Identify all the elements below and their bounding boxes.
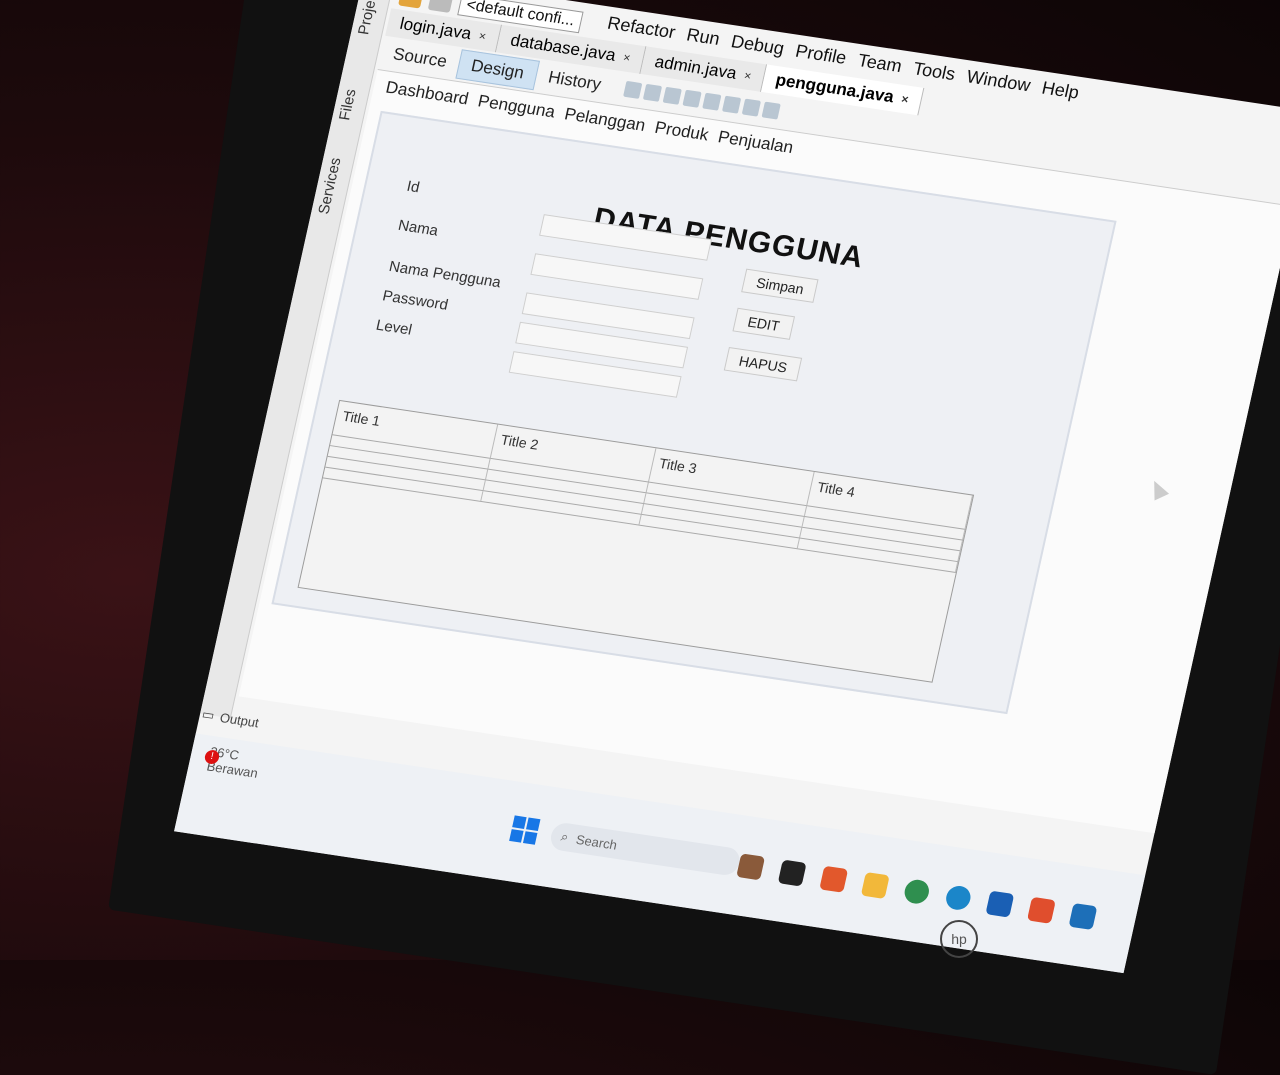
screen: Projects Files Services <default confi..… <box>174 0 1280 974</box>
nav-dashboard[interactable]: Dashboard <box>384 78 470 110</box>
resize-horizontal-icon[interactable] <box>761 101 781 120</box>
word-icon[interactable] <box>985 890 1015 918</box>
output-tab[interactable]: ▭ Output <box>200 706 261 730</box>
preview-icon[interactable] <box>662 86 682 105</box>
save-button[interactable]: Simpan <box>741 268 819 303</box>
folder-icon[interactable] <box>860 871 890 899</box>
selection-mode-icon[interactable] <box>622 80 643 99</box>
close-icon[interactable]: × <box>743 68 753 83</box>
laptop-logo: hp <box>940 920 978 958</box>
label-password: Password <box>380 287 450 314</box>
design-canvas: Dashboard Pengguna Pelanggan Produk Penj… <box>238 68 1280 834</box>
terminal-icon[interactable] <box>777 859 807 887</box>
nav-penjualan[interactable]: Penjualan <box>716 127 795 158</box>
taskbar-apps <box>736 853 1098 931</box>
close-icon[interactable]: × <box>478 29 488 44</box>
label-level: Level <box>374 316 414 339</box>
connection-mode-icon[interactable] <box>642 83 662 102</box>
nav-pelanggan[interactable]: Pelanggan <box>563 104 648 136</box>
nama-field[interactable] <box>530 253 704 300</box>
align-right-icon[interactable] <box>701 92 722 111</box>
sidetab-files[interactable]: Files <box>336 88 360 122</box>
label-nama-pengguna: Nama Pengguna <box>387 258 503 292</box>
chrome-icon[interactable] <box>902 878 932 906</box>
close-icon[interactable]: × <box>900 92 910 107</box>
label-nama: Nama <box>396 216 440 240</box>
align-center-icon[interactable] <box>721 95 741 114</box>
output-icon: ▭ <box>200 706 216 723</box>
app-icon[interactable] <box>736 853 766 881</box>
tab-label: login.java <box>398 13 474 44</box>
edge-icon[interactable] <box>943 884 973 912</box>
label-id: Id <box>405 177 422 197</box>
sidetab-projects[interactable]: Projects <box>355 0 384 36</box>
nav-pengguna[interactable]: Pengguna <box>476 91 557 122</box>
close-icon[interactable]: × <box>622 50 632 65</box>
align-left-icon[interactable] <box>682 89 702 108</box>
nav-produk[interactable]: Produk <box>653 118 710 146</box>
edit-button[interactable]: EDIT <box>732 307 795 340</box>
xampp-icon[interactable] <box>1026 896 1056 924</box>
search-placeholder: Search <box>574 831 619 853</box>
redo-icon[interactable] <box>427 0 454 13</box>
undo-icon[interactable] <box>398 0 425 9</box>
menu-window[interactable]: Window <box>963 66 1033 103</box>
search-icon: ⌕ <box>559 828 571 845</box>
menu-help[interactable]: Help <box>1038 78 1081 111</box>
user-table[interactable]: Title 1 Title 2 Title 3 Title 4 <box>297 399 975 683</box>
netbeans-icon[interactable] <box>1068 902 1098 931</box>
delete-button[interactable]: HAPUS <box>723 346 803 382</box>
start-button[interactable] <box>509 815 541 845</box>
taskbar-search[interactable]: ⌕ Search <box>548 821 743 877</box>
weather-widget[interactable]: ! 26°C Berawan <box>203 744 262 781</box>
align-top-icon[interactable] <box>741 98 761 117</box>
form-panel: DATA PENGGUNA Id Nama Nama Pengguna Pass… <box>271 110 1117 715</box>
output-label: Output <box>218 709 261 730</box>
office-icon[interactable] <box>819 865 849 893</box>
